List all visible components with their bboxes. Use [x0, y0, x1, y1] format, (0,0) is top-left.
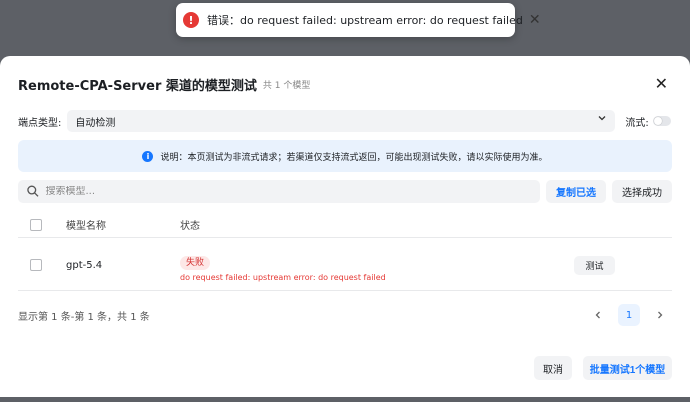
error-message: do request failed: upstream error: do re… [180, 273, 386, 282]
row-checkbox[interactable] [30, 259, 42, 271]
close-icon[interactable]: ✕ [529, 12, 541, 28]
endpoint-type-value: 自动检测 [75, 117, 116, 129]
status-badge: 失败 [180, 256, 211, 270]
endpoint-row: 端点类型: 自动检测 流式: [18, 110, 672, 132]
stream-label: 流式: [625, 117, 649, 129]
stream-toggle[interactable] [652, 116, 671, 126]
test-button[interactable]: 测试 [574, 256, 615, 275]
pagination-summary: 显示第 1 条-第 1 条，共 1 条 [18, 311, 150, 323]
search-icon [27, 185, 39, 197]
search-box[interactable] [18, 179, 540, 203]
dialog-footer: 取消 批量测试1个模型 [534, 356, 672, 380]
column-header-status: 状态 [180, 221, 200, 232]
close-icon[interactable]: ✕ [655, 74, 668, 93]
table-row: gpt-5.4 失败 do request failed: upstream e… [18, 239, 672, 291]
endpoint-type-label: 端点类型: [18, 117, 62, 129]
info-banner: i 说明：本页测试为非流式请求；若渠道仅支持流式返回，可能出现测试失败，请以实际… [18, 140, 672, 172]
chevron-down-icon [597, 113, 607, 126]
table-header: 模型名称 状态 [18, 212, 672, 238]
pagination: 1 [586, 303, 672, 327]
info-text: 说明：本页测试为非流式请求；若渠道仅支持流式返回，可能出现测试失败，请以实际使用… [160, 152, 548, 163]
chevron-left-icon[interactable] [586, 303, 610, 327]
dialog-title: Remote-CPA-Server 渠道的模型测试 [18, 78, 257, 94]
dialog-header: Remote-CPA-Server 渠道的模型测试 共 1 个模型 ✕ [18, 74, 672, 94]
copy-selected-button[interactable]: 复制已选 [546, 179, 606, 203]
error-icon: ! [183, 12, 199, 28]
toast-message: 错误：do request failed: upstream error: do… [207, 14, 523, 27]
page-number[interactable]: 1 [618, 304, 640, 326]
model-test-dialog: Remote-CPA-Server 渠道的模型测试 共 1 个模型 ✕ 端点类型… [0, 56, 690, 397]
search-input[interactable] [45, 185, 532, 197]
info-icon: i [142, 150, 154, 162]
model-name: gpt-5.4 [66, 260, 103, 271]
column-header-model: 模型名称 [66, 221, 106, 232]
select-all-checkbox[interactable] [30, 218, 42, 231]
cancel-button[interactable]: 取消 [534, 356, 572, 380]
status-cell: 失败 do request failed: upstream error: do… [180, 250, 386, 282]
pagination-row: 显示第 1 条-第 1 条，共 1 条 1 [18, 303, 672, 327]
error-toast: ! 错误：do request failed: upstream error: … [176, 3, 541, 37]
batch-test-button[interactable]: 批量测试1个模型 [583, 356, 672, 380]
chevron-right-icon[interactable] [648, 303, 672, 327]
endpoint-type-select[interactable]: 自动检测 [67, 110, 616, 132]
model-count: 共 1 个模型 [262, 80, 311, 91]
search-row: 复制已选 选择成功 [18, 179, 672, 203]
select-success-button[interactable]: 选择成功 [612, 179, 672, 203]
